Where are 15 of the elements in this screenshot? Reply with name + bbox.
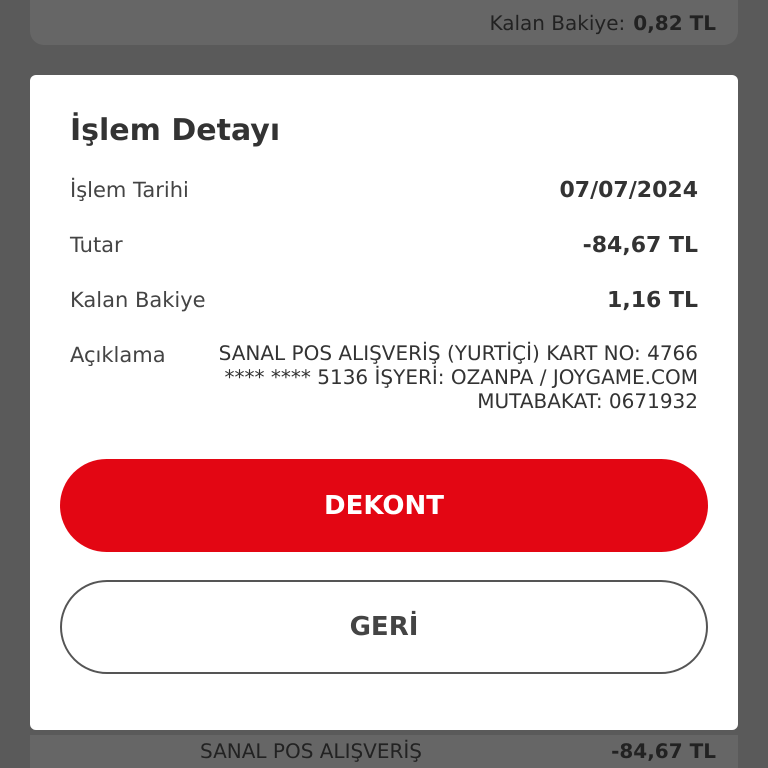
transaction-amount: -84,67 TL (611, 739, 716, 763)
balance-label: Kalan Bakiye: (489, 10, 626, 34)
detail-label: Tutar (70, 232, 123, 259)
transaction-description: SANAL POS ALIŞVERİŞ (200, 739, 422, 763)
detail-label: İşlem Tarihi (70, 176, 189, 204)
balance-value: 0,82 TL (633, 10, 716, 34)
receipt-button[interactable]: DEKONT (60, 459, 708, 552)
detail-label: Kalan Bakiye (70, 287, 206, 314)
detail-value: 1,16 TL (607, 287, 698, 315)
back-button[interactable]: GERİ (60, 580, 708, 674)
dialog-title: İşlem Detayı (70, 113, 282, 148)
detail-value: 07/07/2024 (559, 177, 698, 205)
detail-value: SANAL POS ALIŞVERİŞ (YURTİÇİ) KART NO: 4766 **** **** 5136 İŞYERİ: OZANPA / JOYGAME.COM MUTABAKAT: 0671932 (218, 341, 698, 413)
detail-label: Açıklama (70, 342, 166, 369)
detail-value: -84,67 TL (582, 232, 698, 260)
